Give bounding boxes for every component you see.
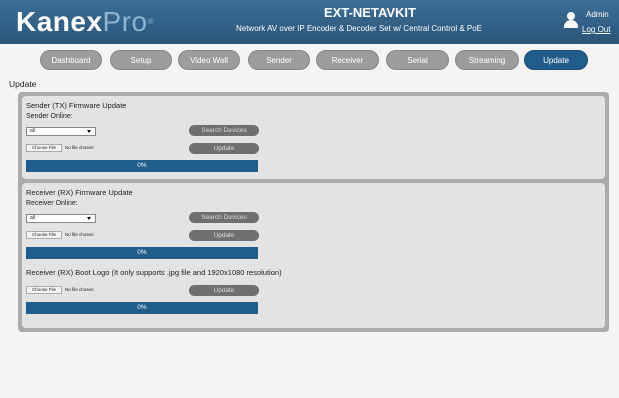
page-title: Update [9, 79, 37, 89]
nav-serial[interactable]: Serial [386, 50, 449, 70]
boot-logo-choose-file-button[interactable]: Choose File [26, 286, 62, 294]
chevron-down-icon [87, 130, 91, 133]
sender-progress-text: 0% [137, 162, 147, 169]
user-name: Admin [586, 10, 609, 19]
boot-logo-update-button[interactable]: Update [189, 285, 259, 296]
sender-progress-bar: 0% [26, 160, 258, 172]
nav-dashboard[interactable]: Dashboard [40, 50, 102, 70]
sender-firmware-card: Sender (TX) Firmware Update Sender Onlin… [22, 96, 605, 179]
receiver-file-status: No file chosen [65, 232, 94, 237]
nav-streaming[interactable]: Streaming [455, 50, 519, 70]
nav-setup[interactable]: Setup [110, 50, 172, 70]
app-header: KanexPro® EXT-NETAVKIT Network AV over I… [0, 0, 619, 44]
user-icon [564, 12, 578, 28]
sender-online-label: Sender Online: [26, 113, 73, 120]
receiver-update-button[interactable]: Update [189, 230, 259, 241]
receiver-firmware-title: Receiver (RX) Firmware Update [26, 188, 133, 197]
sender-choose-file-button[interactable]: Choose File [26, 144, 62, 152]
sender-update-button[interactable]: Update [189, 143, 259, 154]
nav-video-wall[interactable]: Video Wall [178, 50, 240, 70]
boot-logo-title: Receiver (RX) Boot Logo (It only support… [26, 268, 282, 277]
receiver-choose-file-button[interactable]: Choose File [26, 231, 62, 239]
logout-link[interactable]: Log Out [582, 25, 610, 34]
boot-logo-file-status: No file chosen [65, 287, 94, 292]
sender-search-devices-button[interactable]: Search Devices [189, 125, 259, 136]
nav-update[interactable]: Update [524, 50, 588, 70]
kanex-pro-logo: KanexPro® [16, 6, 155, 37]
nav-receiver[interactable]: Receiver [316, 50, 379, 70]
chevron-down-icon [87, 217, 91, 220]
update-panel: Sender (TX) Firmware Update Sender Onlin… [18, 92, 609, 332]
receiver-progress-bar: 0% [26, 247, 258, 259]
sender-online-select[interactable]: all [26, 127, 96, 136]
nav-sender[interactable]: Sender [248, 50, 310, 70]
receiver-search-devices-button[interactable]: Search Devices [189, 212, 259, 223]
boot-logo-progress-bar: 0% [26, 302, 258, 314]
receiver-online-select[interactable]: all [26, 214, 96, 223]
receiver-online-label: Receiver Online: [26, 200, 78, 207]
sender-firmware-title: Sender (TX) Firmware Update [26, 101, 127, 110]
boot-logo-progress-text: 0% [137, 304, 147, 311]
sender-file-status: No file chosen [65, 145, 94, 150]
product-subtitle: Network AV over IP Encoder & Decoder Set… [235, 24, 483, 33]
receiver-progress-text: 0% [137, 249, 147, 256]
product-title: EXT-NETAVKIT [324, 5, 416, 20]
receiver-firmware-card: Receiver (RX) Firmware Update Receiver O… [22, 183, 605, 328]
